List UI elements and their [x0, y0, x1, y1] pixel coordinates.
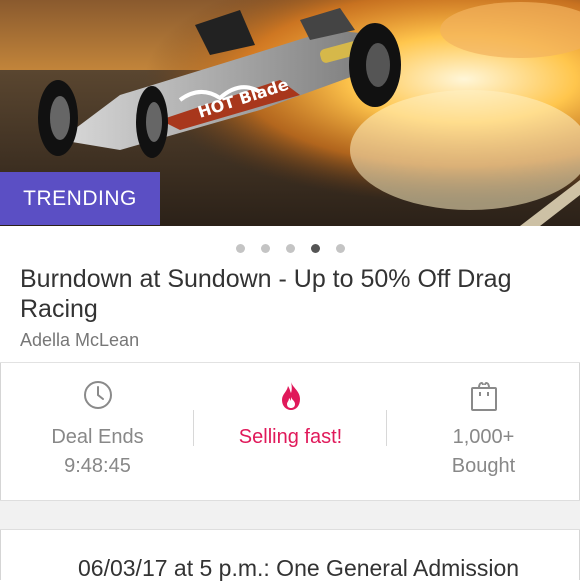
- deal-ends-stat: Deal Ends 9:48:45: [1, 363, 194, 500]
- bought-count: 1,000+: [452, 426, 515, 448]
- carousel-dot[interactable]: [335, 243, 345, 253]
- deal-ends-text: Deal Ends 9:48:45: [1, 423, 194, 481]
- trending-badge: TRENDING: [0, 172, 160, 225]
- bought-stat: 1,000+ Bought: [387, 363, 580, 500]
- bought-text: 1,000+ Bought: [387, 423, 580, 481]
- section-spacer: [0, 500, 580, 530]
- stat-divider: [193, 410, 194, 446]
- carousel-dot[interactable]: [235, 243, 245, 253]
- selling-fast-stat: Selling fast!: [194, 363, 387, 500]
- deal-stats: Deal Ends 9:48:45 Selling fast! 1,000+ B…: [0, 363, 580, 500]
- carousel-dots[interactable]: [0, 242, 580, 254]
- carousel-dot[interactable]: [260, 243, 270, 253]
- hero-image[interactable]: HOT Blade TRENDING: [0, 0, 580, 226]
- merchant-name[interactable]: Adella McLean: [20, 330, 139, 351]
- deal-title: Burndown at Sundown - Up to 50% Off Drag…: [20, 265, 512, 323]
- carousel-dot[interactable]: [285, 243, 295, 253]
- stat-divider: [386, 410, 387, 446]
- deal-option-text[interactable]: 06/03/17 at 5 p.m.: One General Admissio…: [78, 555, 519, 582]
- selling-fast-text: Selling fast!: [238, 426, 343, 448]
- deal-ends-label: Deal Ends: [51, 426, 144, 448]
- clock-icon: [83, 380, 113, 415]
- bought-label: Bought: [451, 455, 516, 477]
- gift-bag-icon: [469, 380, 499, 417]
- deal-ends-time: 9:48:45: [64, 455, 131, 477]
- carousel-dot-active[interactable]: [310, 243, 320, 253]
- flame-icon: [278, 380, 304, 417]
